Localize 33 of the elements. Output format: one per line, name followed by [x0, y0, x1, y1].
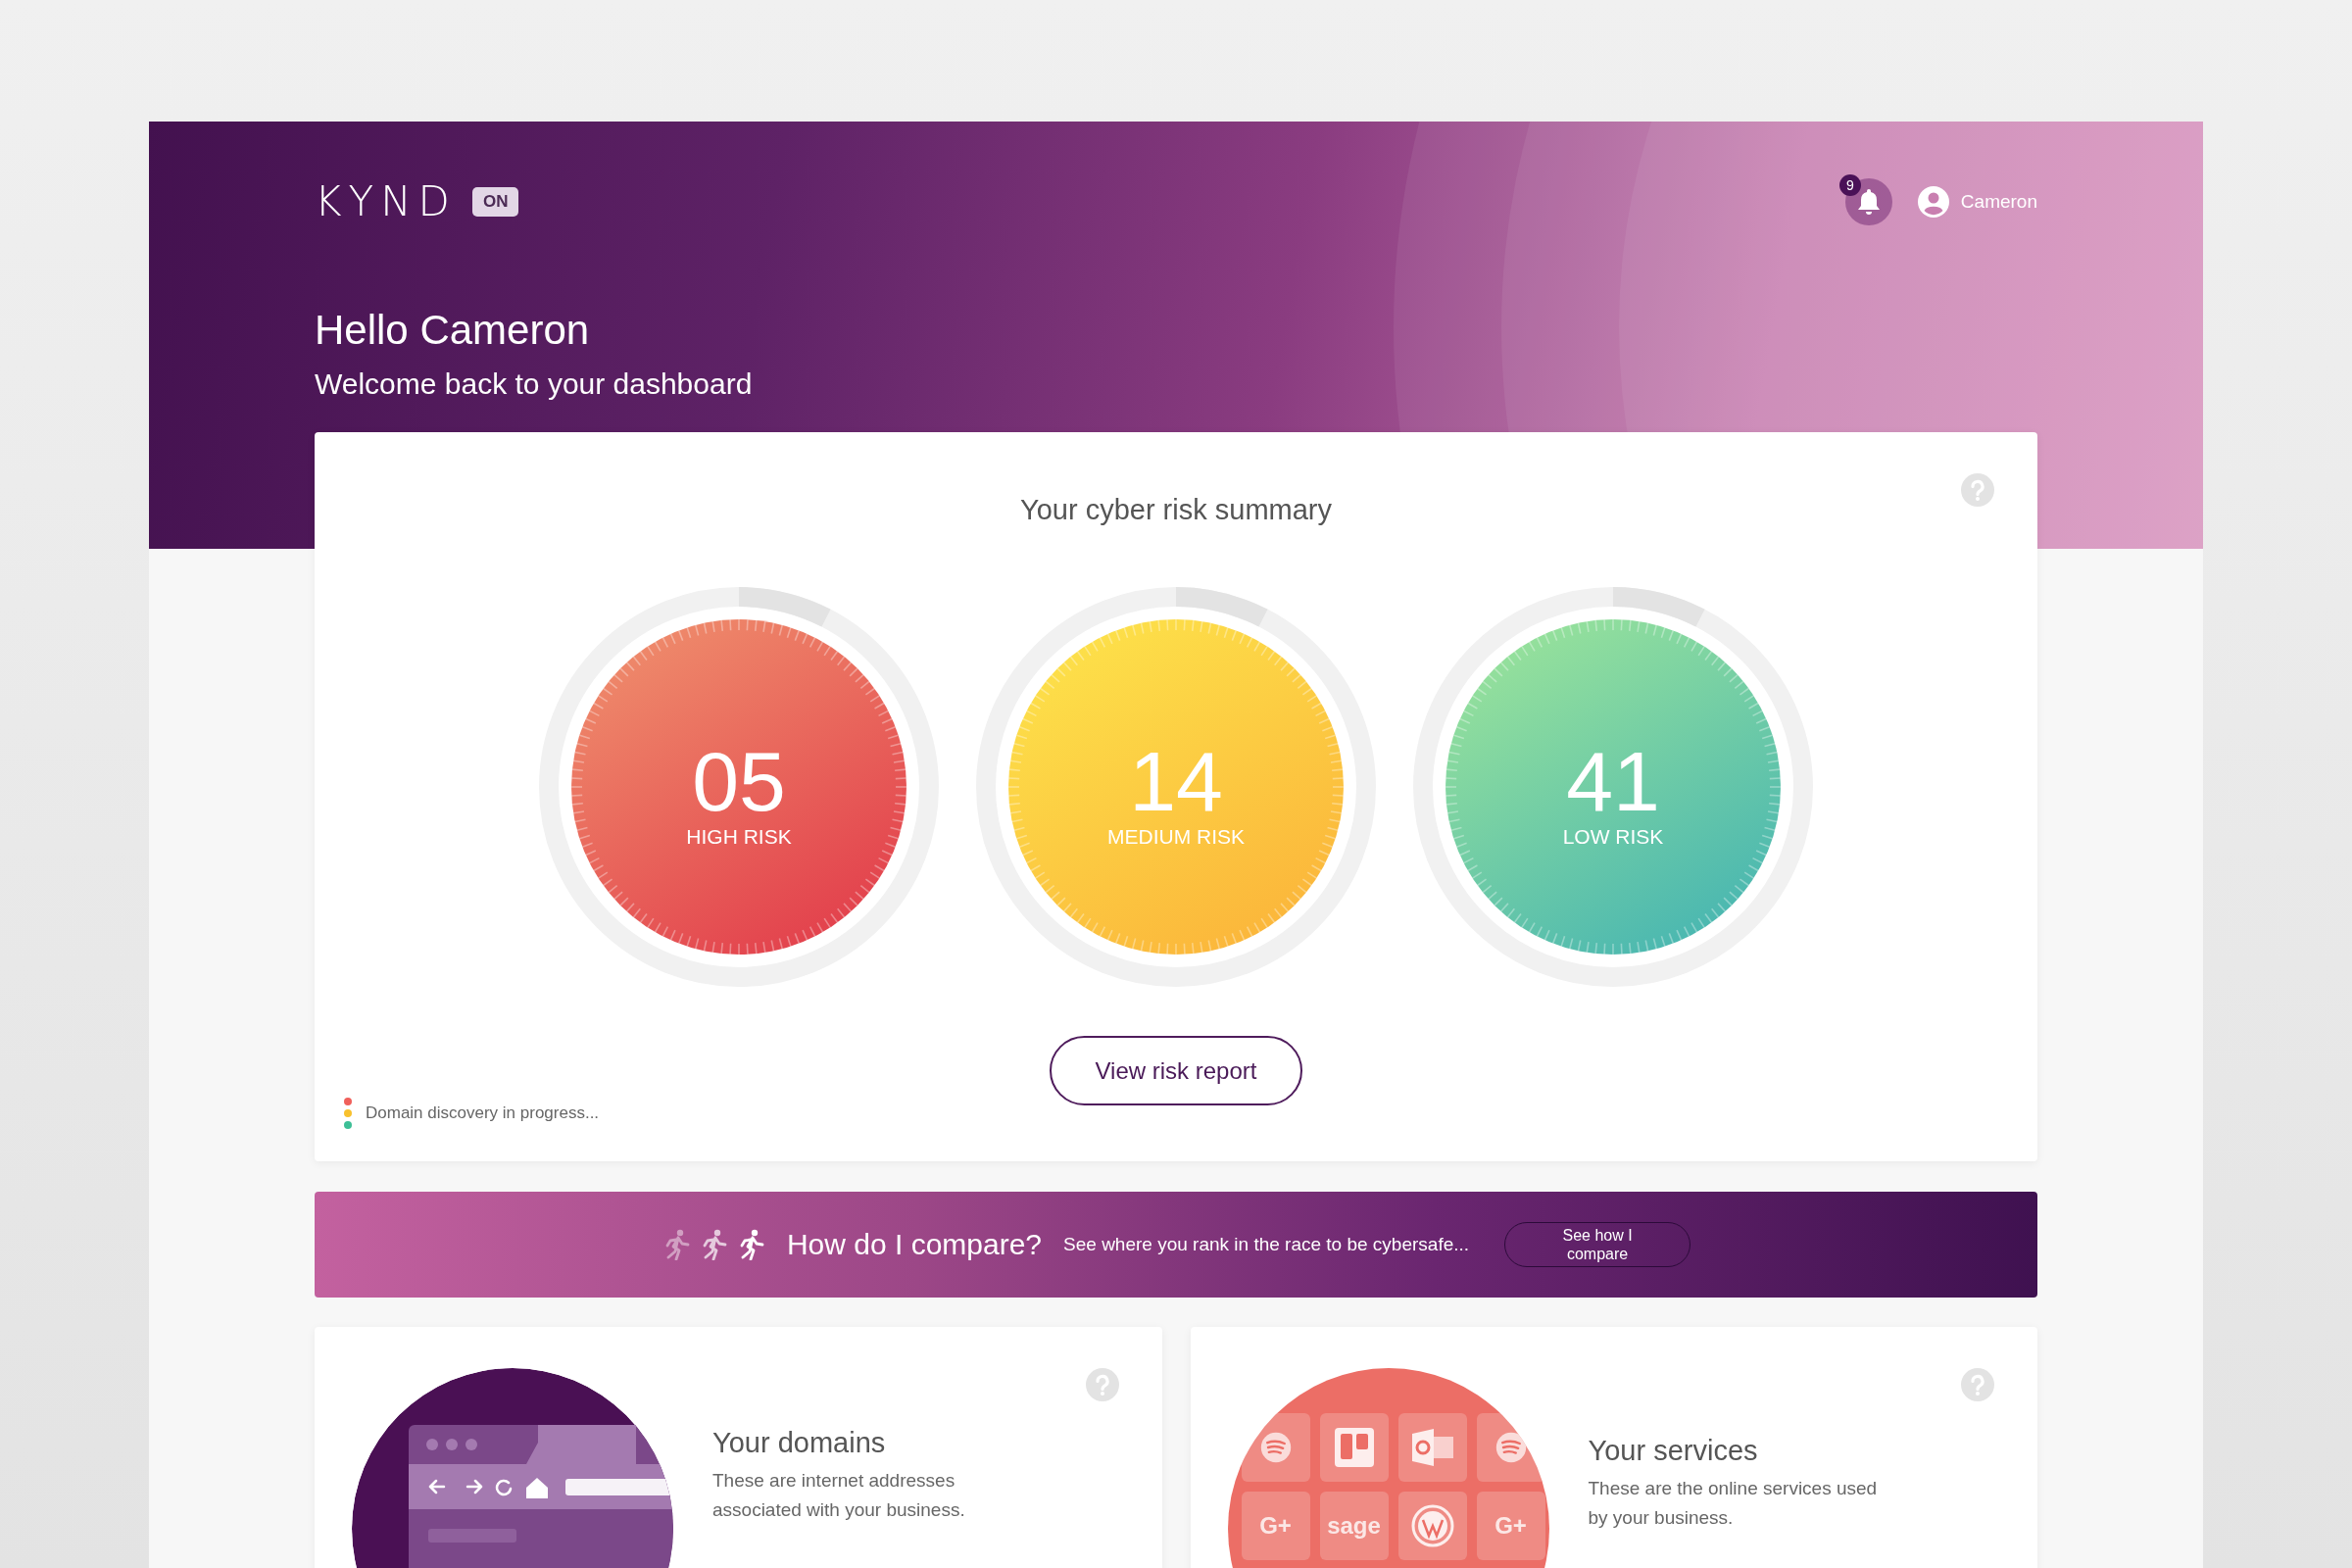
card-title: Your services — [1588, 1434, 1759, 1468]
card-title: Your cyber risk summary — [1020, 493, 1332, 527]
logo[interactable]: KYND — [315, 182, 457, 221]
risk-count: 41 — [1566, 742, 1660, 820]
striped-circle-icon — [1259, 1432, 1292, 1463]
card-description: These are the online services used by your business. — [1588, 1477, 1879, 1530]
tile-label: G+ — [1259, 1512, 1292, 1540]
board-icon — [1334, 1428, 1374, 1467]
help-icon[interactable] — [1961, 1368, 1994, 1401]
notification-count: 9 — [1838, 174, 1861, 196]
risk-level-label: HIGH RISK — [686, 824, 792, 850]
risk-level-label: LOW RISK — [1562, 824, 1664, 850]
tile-label: G+ — [1494, 1512, 1527, 1540]
card-description: These are internet addresses associated with your business. — [712, 1469, 966, 1522]
risk-level-label: MEDIUM RISK — [1107, 824, 1245, 850]
risk-count: 14 — [1129, 742, 1223, 820]
mail-icon — [1409, 1428, 1455, 1467]
logo-badge: ON — [471, 187, 519, 217]
user-avatar-icon — [1917, 186, 1949, 218]
ring-logo-icon — [1410, 1504, 1454, 1547]
help-icon[interactable] — [1085, 1368, 1119, 1401]
help-icon[interactable] — [1961, 473, 1994, 507]
risk-count: 05 — [692, 742, 786, 820]
card-title: Your domains — [712, 1426, 887, 1460]
banner-title: How do I compare? — [786, 1228, 1043, 1261]
bell-icon — [1856, 188, 1881, 216]
greeting: Hello Cameron — [315, 306, 591, 355]
striped-circle-icon — [1494, 1432, 1527, 1463]
welcome-text: Welcome back to your dashboard — [315, 367, 754, 402]
banner-text: See where you rank in the race to be cybersafe... — [1063, 1234, 1470, 1255]
tile-label: sage — [1327, 1512, 1381, 1540]
view-risk-report-button[interactable]: View risk report — [1050, 1036, 1302, 1105]
status-text: Domain discovery in progress... — [366, 1103, 600, 1123]
